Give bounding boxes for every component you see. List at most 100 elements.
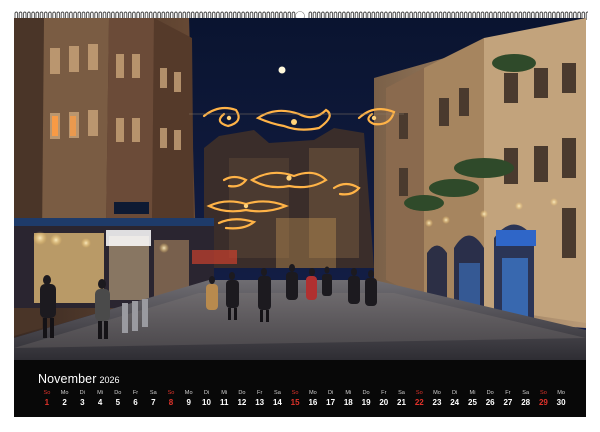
weekday-label: So xyxy=(43,390,51,396)
day-cell: Do 19 xyxy=(358,390,375,408)
day-cell: So 15 xyxy=(287,390,304,408)
day-cell: Sa 28 xyxy=(517,390,534,408)
day-number: 14 xyxy=(272,398,282,407)
day-cell: Fr 20 xyxy=(375,390,392,408)
day-number: 3 xyxy=(80,398,85,407)
day-cell: Do 5 xyxy=(109,390,126,408)
weekday-label: Mo xyxy=(557,390,565,396)
day-cell: Do 26 xyxy=(482,390,499,408)
month-title: November 2026 xyxy=(38,372,120,386)
weekday-label: Mo xyxy=(184,390,193,396)
day-cell: Di 10 xyxy=(198,390,215,408)
day-number: 27 xyxy=(503,398,513,407)
day-number: 23 xyxy=(432,398,442,407)
day-cell: Mo 30 xyxy=(553,390,570,408)
day-cell: Mi 11 xyxy=(216,390,233,408)
weekday-label: Fr xyxy=(381,390,387,396)
weekday-label: Di xyxy=(203,390,210,396)
weekday-label: Do xyxy=(114,390,122,396)
day-cell: So 22 xyxy=(411,390,428,408)
weekday-label: Do xyxy=(238,390,246,396)
day-cell: Mo 16 xyxy=(304,390,321,408)
day-row: So 1 Mo 2 Di 3 Mi 4 Do 5 Fr 6 Sa 7 So 8 Mo 9 Di 10 Mi 11 Do 12 F… xyxy=(38,390,570,412)
weekday-label: Fr xyxy=(505,390,511,396)
weekday-label: Sa xyxy=(522,390,530,396)
day-number: 16 xyxy=(308,398,318,407)
weekday-label: Sa xyxy=(149,390,157,396)
calendar-page: November 2026 So 1 Mo 2 Di 3 Mi 4 Do 5 Fr 6 Sa 7 So 8 Mo 9… xyxy=(0,0,600,432)
day-cell: Di 3 xyxy=(74,390,91,408)
weekday-label: Sa xyxy=(398,390,405,396)
calendar-strip: November 2026 So 1 Mo 2 Di 3 Mi 4 Do 5 Fr 6 Sa 7 So 8 Mo 9… xyxy=(14,360,586,417)
day-number: 13 xyxy=(255,398,265,407)
day-cell: Do 12 xyxy=(233,390,250,408)
day-number: 1 xyxy=(44,398,50,407)
day-number: 19 xyxy=(361,398,371,407)
day-number: 7 xyxy=(151,398,156,407)
day-number: 18 xyxy=(343,398,353,407)
day-number: 21 xyxy=(397,398,406,407)
day-number: 5 xyxy=(115,398,121,407)
day-cell: Sa 21 xyxy=(393,390,410,408)
weekday-label: Mo xyxy=(309,390,317,396)
weekday-label: Di xyxy=(452,390,458,396)
day-cell: Mo 23 xyxy=(429,390,446,408)
day-number: 2 xyxy=(62,398,67,407)
day-number: 11 xyxy=(219,398,229,407)
weekday-label: Do xyxy=(486,390,494,396)
day-number: 25 xyxy=(468,398,477,407)
day-number: 28 xyxy=(521,398,531,407)
month-name: November xyxy=(38,372,97,386)
day-number: 9 xyxy=(186,398,191,407)
day-cell: Mo 9 xyxy=(180,390,197,408)
weekday-label: Sa xyxy=(273,390,281,396)
day-number: 22 xyxy=(414,398,424,407)
weekday-label: Mi xyxy=(97,390,104,396)
day-cell: So 8 xyxy=(163,390,180,408)
day-cell: So 29 xyxy=(535,390,552,408)
weekday-label: Do xyxy=(362,390,370,396)
moon xyxy=(278,66,286,74)
day-cell: Mo 2 xyxy=(56,390,73,408)
weekday-label: Mi xyxy=(469,390,476,396)
day-cell: Fr 6 xyxy=(127,390,144,408)
weekday-label: Mi xyxy=(221,390,228,396)
day-cell: Sa 7 xyxy=(145,390,162,408)
day-number: 26 xyxy=(485,398,495,407)
day-cell: Mi 4 xyxy=(92,390,109,408)
weekday-label: So xyxy=(415,390,423,396)
day-cell: Mi 25 xyxy=(464,390,481,408)
binding-ring xyxy=(585,11,588,20)
day-cell: Fr 13 xyxy=(251,390,268,408)
weekday-label: Di xyxy=(79,390,85,396)
street-scene xyxy=(14,18,586,360)
day-number: 8 xyxy=(168,398,174,407)
day-number: 29 xyxy=(538,398,548,407)
weekday-label: So xyxy=(167,390,175,396)
day-number: 4 xyxy=(97,398,103,407)
day-cell: Sa 14 xyxy=(269,390,286,408)
day-number: 15 xyxy=(290,398,300,407)
day-cell: Di 17 xyxy=(322,390,339,408)
day-number: 6 xyxy=(133,398,138,407)
day-number: 24 xyxy=(450,398,460,407)
day-number: 20 xyxy=(379,398,389,407)
weekday-label: Di xyxy=(327,390,334,396)
day-number: 17 xyxy=(326,398,336,407)
day-number: 30 xyxy=(556,398,566,407)
photo-christmas-street xyxy=(14,18,586,360)
day-cell: Fr 27 xyxy=(499,390,516,408)
day-cell: So 1 xyxy=(38,390,55,408)
year-label: 2026 xyxy=(99,375,120,385)
weekday-label: Mi xyxy=(345,390,352,396)
weekday-label: So xyxy=(291,390,299,396)
weekday-label: Fr xyxy=(257,390,263,396)
day-number: 12 xyxy=(237,398,247,407)
weekday-label: Mo xyxy=(433,390,441,396)
weekday-label: Fr xyxy=(132,390,139,396)
day-cell: Mi 18 xyxy=(340,390,357,408)
weekday-label: So xyxy=(539,390,547,396)
day-cell: Di 24 xyxy=(446,390,463,408)
day-number: 10 xyxy=(202,398,211,407)
weekday-label: Mo xyxy=(60,390,69,396)
